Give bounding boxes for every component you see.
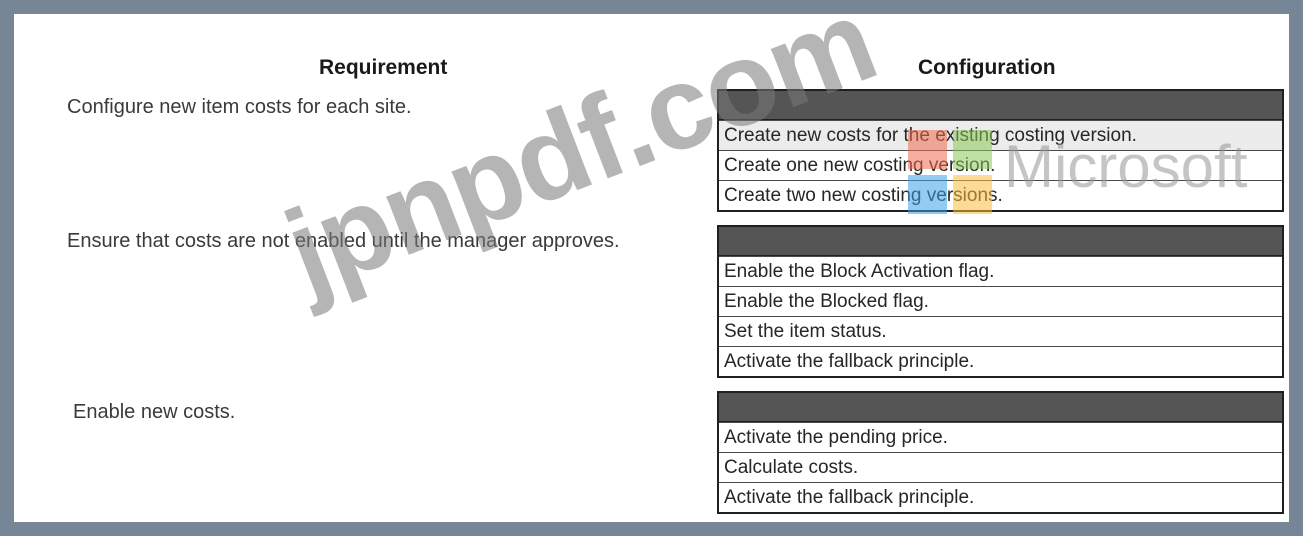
requirement-column-header: Requirement [319, 56, 448, 79]
dropdown-option[interactable]: Enable the Block Activation flag. [719, 256, 1282, 286]
requirement-text: Enable new costs. [73, 401, 236, 423]
configuration-dropdown[interactable]: Create new costs for the existing costin… [717, 89, 1284, 212]
dropdown-option[interactable]: Create one new costing version. [719, 150, 1282, 180]
dropdown-option[interactable]: Set the item status. [719, 316, 1282, 346]
configuration-dropdown[interactable]: Enable the Block Activation flag. Enable… [717, 225, 1284, 378]
requirement-text: Configure new item costs for each site. [67, 96, 412, 118]
dropdown-option[interactable]: Activate the fallback principle. [719, 482, 1282, 512]
dropdown-selection-box[interactable] [719, 91, 1282, 120]
question-panel: Requirement Configuration Configure new … [14, 14, 1289, 522]
dropdown-selection-box[interactable] [719, 227, 1282, 256]
dropdown-option[interactable]: Activate the fallback principle. [719, 346, 1282, 376]
configuration-column-header: Configuration [918, 56, 1056, 79]
dropdown-option[interactable]: Activate the pending price. [719, 422, 1282, 452]
dropdown-selection-box[interactable] [719, 393, 1282, 422]
dropdown-option[interactable]: Enable the Blocked flag. [719, 286, 1282, 316]
configuration-dropdown[interactable]: Activate the pending price. Calculate co… [717, 391, 1284, 514]
requirement-text: Ensure that costs are not enabled until … [67, 230, 620, 252]
dropdown-option[interactable]: Create two new costing versions. [719, 180, 1282, 210]
dropdown-option[interactable]: Create new costs for the existing costin… [719, 120, 1282, 150]
dropdown-option[interactable]: Calculate costs. [719, 452, 1282, 482]
